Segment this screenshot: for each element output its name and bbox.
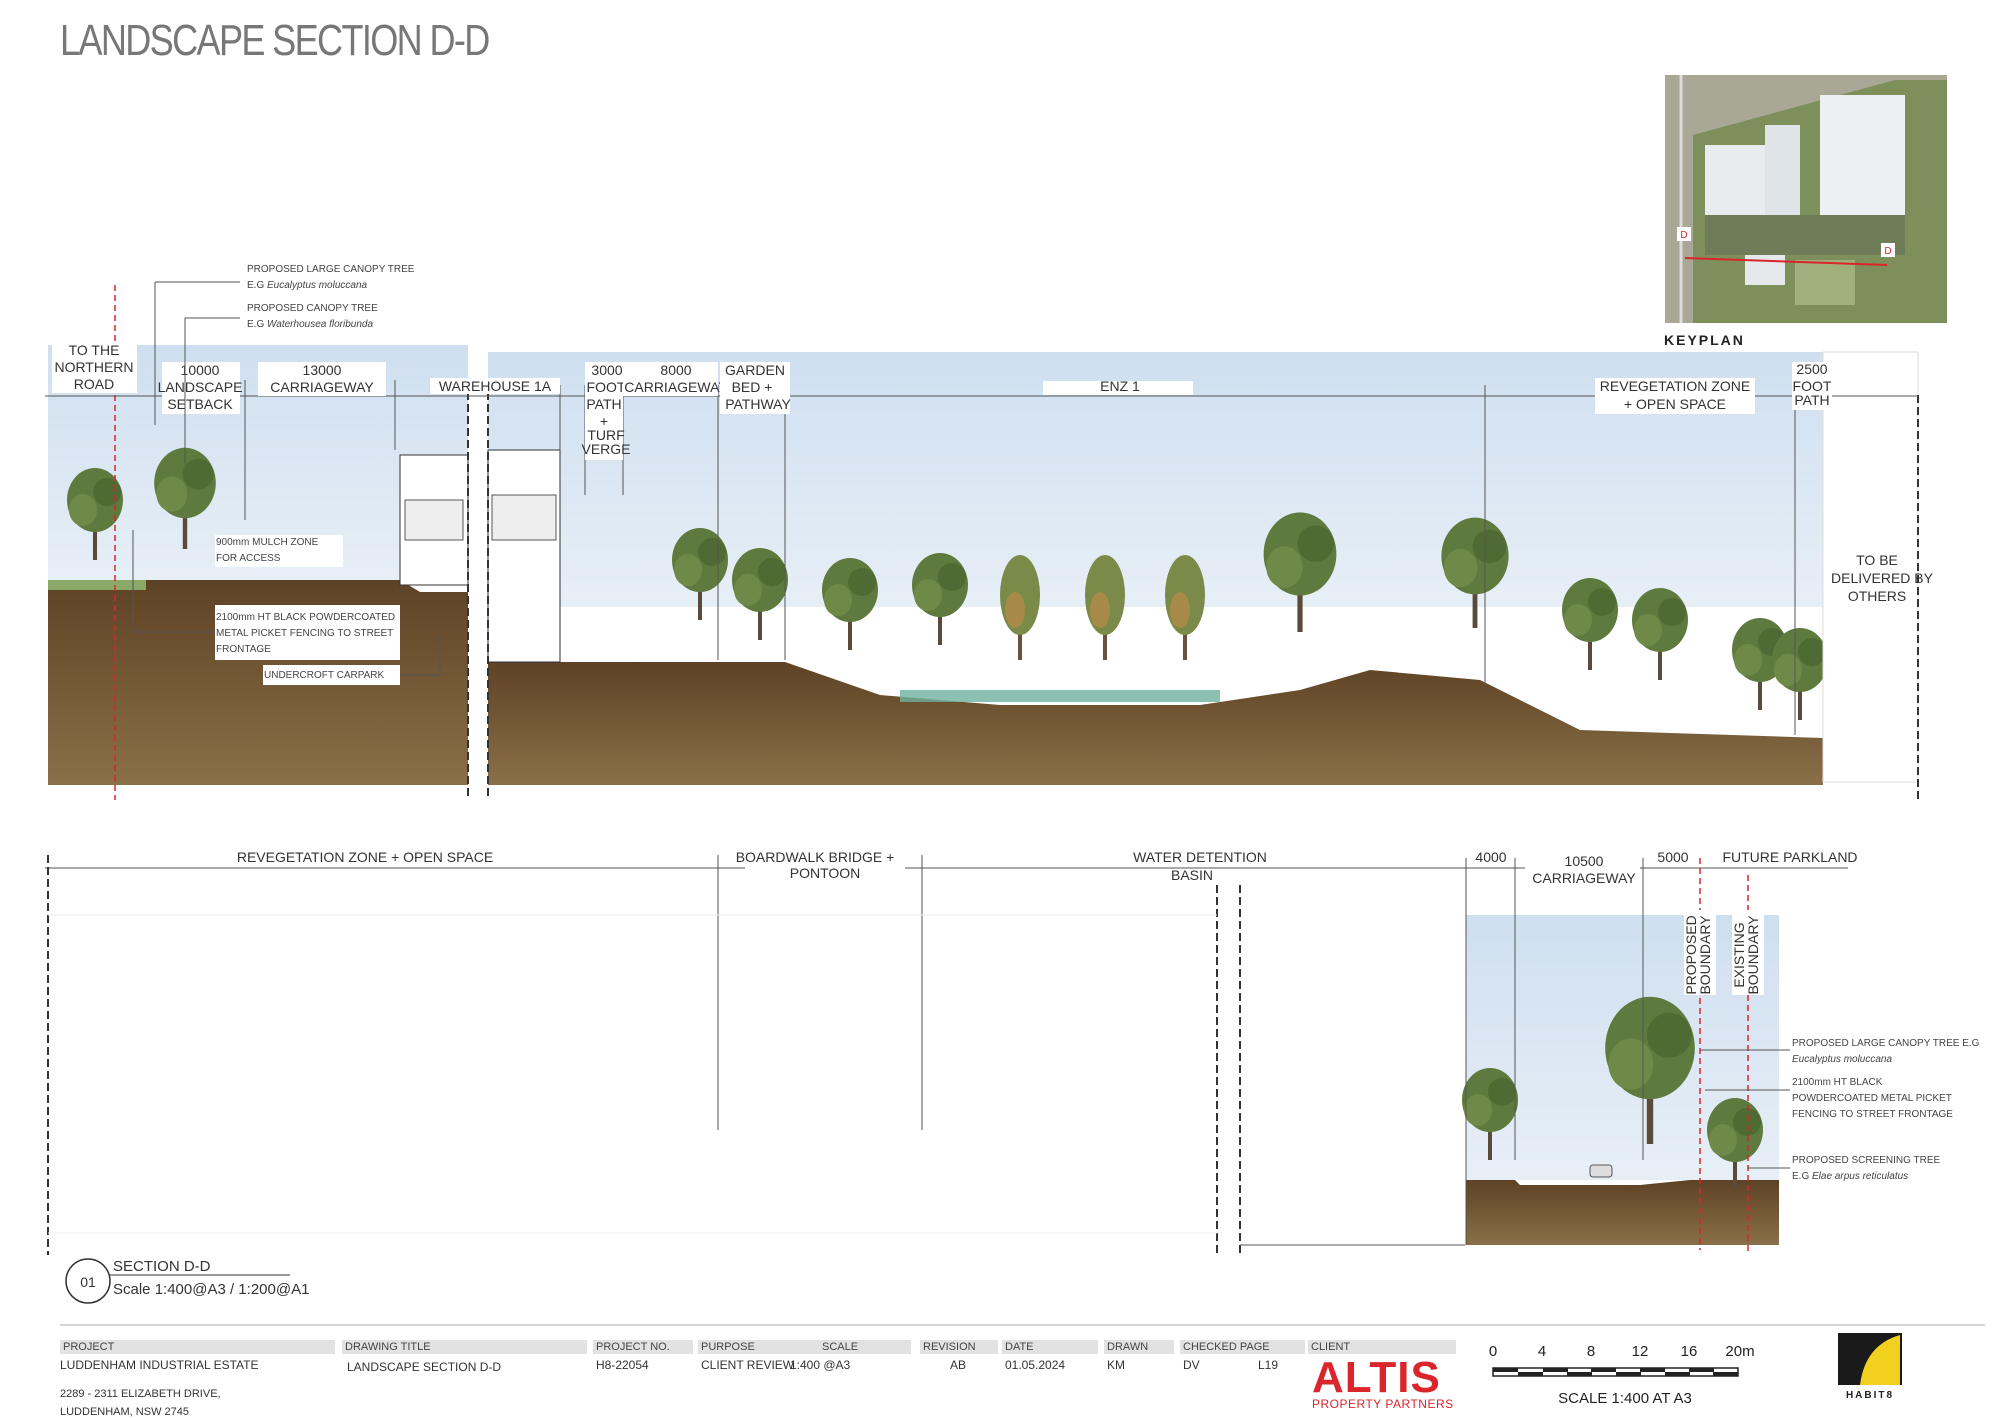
tb-scale-header: SCALE bbox=[819, 1340, 911, 1354]
tb-date-value: 01.05.2024 bbox=[1005, 1358, 1066, 1372]
dim-setback-num: 10000 bbox=[181, 362, 220, 378]
bottom-right-ground bbox=[1466, 1180, 1779, 1245]
scale-tick-0: 0 bbox=[1489, 1343, 1497, 1360]
dim-footpath2-num: 2500 bbox=[1796, 361, 1827, 377]
tb-drawing-value: LANDSCAPE SECTION D-D bbox=[347, 1360, 502, 1374]
bottom-dim-boardwalk-2: PONTOON bbox=[790, 865, 861, 881]
scale-tick-20: 20m bbox=[1725, 1343, 1754, 1360]
tb-date-header: DATE bbox=[1002, 1340, 1098, 1354]
dim-carriageway-num: 13000 bbox=[303, 362, 342, 378]
tb-checked-header: CHECKED PAGE bbox=[1180, 1340, 1305, 1354]
note-mulch-2: FOR ACCESS bbox=[216, 553, 281, 564]
note-mulch-1: 900mm MULCH ZONE bbox=[216, 537, 319, 548]
tb-projno-value: H8-22054 bbox=[596, 1358, 649, 1372]
bottom-dim-carriageway: CARRIAGEWAY bbox=[1532, 870, 1636, 886]
note-fence-1: 2100mm HT BLACK POWDERCOATED bbox=[216, 612, 395, 623]
bottom-dim-basin-2: BASIN bbox=[1171, 867, 1213, 883]
dim-enz: ENZ 1 bbox=[1100, 378, 1140, 394]
bottom-dim-parkland: FUTURE PARKLAND bbox=[1722, 849, 1857, 865]
section-drawing: TO THE NORTHERN ROAD 10000 LANDSCAPE SETBA… bbox=[45, 264, 1985, 1407]
bottom-dim-5000: 5000 bbox=[1657, 849, 1688, 865]
dim-setback-label-1: LANDSCAPE bbox=[158, 379, 243, 395]
top-right-ground bbox=[488, 662, 1823, 785]
bottom-dim-reveg: REVEGETATION ZONE + OPEN SPACE bbox=[237, 849, 493, 865]
tb-purpose-header: PURPOSE bbox=[698, 1340, 826, 1354]
section-tag-scale: Scale 1:400@A3 / 1:200@A1 bbox=[113, 1281, 309, 1298]
tb-drawing-header: DRAWING TITLE bbox=[342, 1340, 587, 1354]
habit8-logo-text: HABIT8 bbox=[1846, 1390, 1894, 1401]
bottom-label-boundary-1: BOUNDARY bbox=[1697, 915, 1713, 995]
tb-checked-value: DV bbox=[1183, 1358, 1200, 1372]
bottom-dim-basin-1: WATER DETENTION bbox=[1133, 849, 1267, 865]
bottom-dim-4000: 4000 bbox=[1475, 849, 1506, 865]
tb-address-2: LUDDENHAM, NSW 2745 bbox=[60, 1406, 189, 1418]
dim-setback-label-2: SETBACK bbox=[167, 396, 233, 412]
bottom-dim-10500: 10500 bbox=[1565, 853, 1604, 869]
tb-drawn-value: KM bbox=[1107, 1358, 1125, 1372]
scale-label: SCALE 1:400 AT A3 bbox=[1558, 1390, 1692, 1407]
dim-reveg-1: REVEGETATION ZONE bbox=[1600, 378, 1750, 394]
dim-carriageway2-label: CARRIAGEWAY bbox=[624, 379, 728, 395]
tb-address-1: 2289 - 2311 ELIZABETH DRIVE, bbox=[60, 1388, 221, 1400]
note-fence-2: METAL PICKET FENCING TO STREET bbox=[216, 628, 393, 639]
tb-project-header: PROJECT bbox=[60, 1340, 335, 1354]
section-tag-name: SECTION D-D bbox=[113, 1258, 211, 1275]
dim-footpath2-label-2: PATH bbox=[1794, 392, 1829, 408]
note-canopy-tree-2: E.G Waterhousea floribunda bbox=[247, 319, 373, 330]
bottom-note-fence-2: POWDERCOATED METAL PICKET bbox=[1792, 1093, 1952, 1104]
tb-drawn-header: DRAWN bbox=[1104, 1340, 1174, 1354]
bottom-note-screen-2: E.G Elae arpus reticulatus bbox=[1792, 1171, 1908, 1182]
tb-checked-label: CHECKED bbox=[1183, 1341, 1237, 1353]
tb-scale-value: 1:400 @A3 bbox=[790, 1358, 851, 1372]
bottom-note-tree-2: Eucalyptus moluccana bbox=[1792, 1054, 1892, 1065]
section-tag-number: 01 bbox=[80, 1274, 96, 1290]
dim-footpath-num: 3000 bbox=[591, 362, 622, 378]
scale-bar bbox=[1492, 1367, 1739, 1377]
tb-client-header: CLIENT bbox=[1308, 1340, 1456, 1354]
scale-tick-16: 16 bbox=[1681, 1343, 1698, 1360]
tb-purpose-value: CLIENT REVIEW bbox=[701, 1358, 795, 1372]
dim-reveg-2: + OPEN SPACE bbox=[1624, 396, 1726, 412]
scale-tick-8: 8 bbox=[1587, 1343, 1595, 1360]
bottom-note-fence-3: FENCING TO STREET FRONTAGE bbox=[1792, 1109, 1953, 1120]
tb-projno-header: PROJECT NO. bbox=[593, 1340, 693, 1354]
dim-carriageway2-num: 8000 bbox=[660, 362, 691, 378]
scale-tick-12: 12 bbox=[1632, 1343, 1649, 1360]
altis-logo-sub: PROPERTY PARTNERS bbox=[1312, 1397, 1454, 1411]
note-carpark: UNDERCROFT CARPARK bbox=[264, 670, 385, 681]
note-canopy-tree-1: PROPOSED CANOPY TREE bbox=[247, 303, 378, 314]
tb-page-label: PAGE bbox=[1239, 1341, 1270, 1353]
tb-page-value: L19 bbox=[1258, 1358, 1279, 1372]
bottom-note-fence-1: 2100mm HT BLACK bbox=[1792, 1077, 1883, 1088]
dim-warehouse: WAREHOUSE 1A bbox=[439, 378, 552, 394]
altis-logo: ALTIS bbox=[1312, 1353, 1441, 1402]
scale-tick-4: 4 bbox=[1538, 1343, 1546, 1360]
bottom-note-tree-1: PROPOSED LARGE CANOPY TREE E.G bbox=[1792, 1038, 1980, 1049]
bottom-dim-boardwalk-1: BOARDWALK BRIDGE + bbox=[736, 849, 895, 865]
tb-project-value: LUDDENHAM INDUSTRIAL ESTATE bbox=[60, 1358, 259, 1372]
bottom-label-boundary-2: BOUNDARY bbox=[1745, 915, 1761, 995]
dim-carriageway-label: CARRIAGEWAY bbox=[270, 379, 374, 395]
note-fence-3: FRONTAGE bbox=[216, 644, 271, 655]
note-large-tree-2: E.G Eucalyptus moluccana bbox=[247, 280, 368, 291]
habit8-logo: HABIT8 bbox=[1838, 1333, 1902, 1401]
tb-revision-value: AB bbox=[950, 1358, 967, 1372]
bottom-note-screen-1: PROPOSED SCREENING TREE bbox=[1792, 1155, 1941, 1166]
note-large-tree-1: PROPOSED LARGE CANOPY TREE bbox=[247, 264, 415, 275]
tb-revision-header: REVISION bbox=[920, 1340, 998, 1354]
